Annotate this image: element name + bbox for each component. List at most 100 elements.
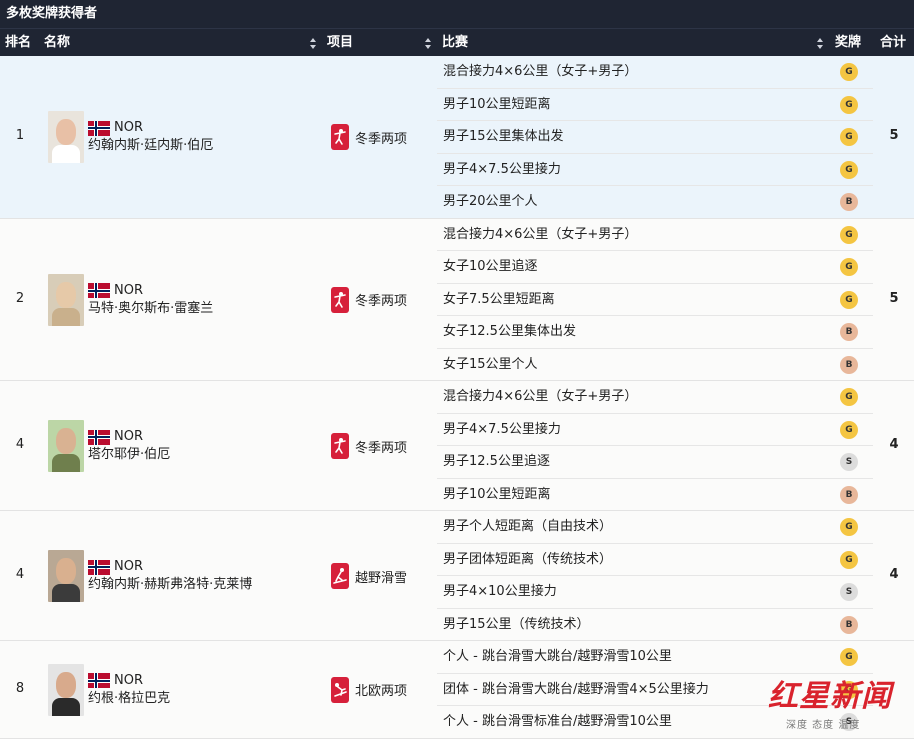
table-row[interactable]: 1 NOR 约翰内斯·廷内斯·伯厄 冬季两项 混合接力4×6公里（女子+男子） … [0, 56, 914, 219]
event-item[interactable]: 男子15公里（传统技术） B [437, 609, 873, 642]
event-item[interactable]: 男子12.5公里追逐 S [437, 446, 873, 479]
event-name[interactable]: 混合接力4×6公里（女子+男子） [443, 219, 637, 251]
athlete-cell[interactable]: NOR 约翰内斯·廷内斯·伯厄 [48, 111, 213, 164]
bronze-medal-badge: B [840, 323, 858, 341]
event-name[interactable]: 女子15公里个人 [443, 349, 538, 381]
table-row[interactable]: 2 NOR 马特·奥尔斯布·雷塞兰 冬季两项 混合接力4×6公里（女子+男子） … [0, 218, 914, 382]
noc-code: NOR [114, 559, 143, 574]
event-name[interactable]: 个人 - 跳台滑雪标准台/越野滑雪10公里 [443, 706, 672, 738]
table-header: 排名 名称 项目 比赛 奖牌 合计 [0, 28, 914, 56]
column-header-medal[interactable]: 奖牌 [835, 29, 861, 57]
athlete-photo [48, 663, 84, 716]
event-item[interactable]: 男子个人短距离（自由技术） G [437, 511, 873, 544]
table-title: 多枚奖牌获得者 [0, 0, 914, 28]
sort-icon[interactable] [425, 38, 432, 49]
norway-flag-icon [88, 673, 110, 689]
bronze-medal-badge: B [840, 355, 858, 374]
event-item[interactable]: 混合接力4×6公里（女子+男子） G [437, 219, 873, 251]
athlete-cell[interactable]: NOR 约翰内斯·赫斯弗洛特·克莱博 [48, 550, 252, 602]
sport-cell[interactable]: 冬季两项 [331, 286, 408, 313]
event-item[interactable]: 女子15公里个人 B [437, 349, 873, 382]
event-name[interactable]: 男子4×7.5公里接力 [443, 414, 561, 446]
event-name[interactable]: 女子12.5公里集体出发 [443, 316, 576, 348]
sport-name: 冬季两项 [355, 131, 408, 147]
column-header-event[interactable]: 比赛 [442, 29, 468, 57]
cross-country-skiing-icon [331, 563, 349, 589]
sport-cell[interactable]: 冬季两项 [331, 433, 407, 459]
event-name[interactable]: 女子7.5公里短距离 [443, 284, 555, 316]
bronze-medal-badge: B [840, 615, 858, 634]
table-body: 1 NOR 约翰内斯·廷内斯·伯厄 冬季两项 混合接力4×6公里（女子+男子） … [0, 56, 914, 739]
event-item[interactable]: 女子12.5公里集体出发 B [437, 316, 873, 349]
event-item[interactable]: 男子15公里集体出发 G [437, 121, 873, 154]
gold-medal-badge: G [840, 388, 858, 406]
event-name[interactable]: 女子10公里追逐 [443, 251, 538, 283]
event-name[interactable]: 男子15公里集体出发 [443, 121, 564, 153]
event-item[interactable]: 个人 - 跳台滑雪大跳台/越野滑雪10公里 G [437, 641, 873, 674]
event-name[interactable]: 男子4×10公里接力 [443, 576, 557, 608]
event-item[interactable]: 女子7.5公里短距离 G [437, 284, 873, 316]
event-item[interactable]: 男子10公里短距离 G [437, 89, 873, 121]
bronze-medal-badge: B [840, 485, 858, 504]
event-item[interactable]: 混合接力4×6公里（女子+男子） G [437, 56, 873, 89]
event-name[interactable]: 男子10公里短距离 [443, 479, 551, 511]
gold-medal-badge: G [840, 95, 858, 114]
event-item[interactable]: 混合接力4×6公里（女子+男子） G [437, 381, 873, 414]
athlete-cell[interactable]: NOR 塔尔耶伊·伯厄 [48, 420, 170, 472]
table-row[interactable]: 4 NOR 约翰内斯·赫斯弗洛特·克莱博 越野滑雪 男子个人短距离（自由技术） … [0, 511, 914, 641]
column-header-sport[interactable]: 项目 [327, 29, 353, 57]
sport-name: 冬季两项 [355, 440, 408, 456]
event-name[interactable]: 男子12.5公里追逐 [443, 446, 550, 478]
sport-cell[interactable]: 越野滑雪 [331, 563, 407, 589]
event-item[interactable]: 男子团体短距离（传统技术） G [437, 544, 873, 576]
biathlon-icon [331, 286, 349, 313]
gold-medal-badge: G [840, 128, 858, 146]
gold-medal-badge: G [840, 518, 858, 536]
athlete-cell[interactable]: NOR 马特·奥尔斯布·雷塞兰 [48, 273, 213, 326]
event-name[interactable]: 混合接力4×6公里（女子+男子） [443, 381, 637, 413]
noc-code: NOR [114, 282, 143, 298]
event-item[interactable]: 男子4×7.5公里接力 G [437, 414, 873, 446]
noc-code: NOR [114, 120, 143, 136]
athlete-cell[interactable]: NOR 约根·格拉巴克 [48, 663, 170, 716]
athlete-name[interactable]: 塔尔耶伊·伯厄 [88, 446, 170, 464]
event-item[interactable]: 男子10公里短距离 B [437, 479, 873, 512]
event-name[interactable]: 团体 - 跳台滑雪大跳台/越野滑雪4×5公里接力 [443, 674, 709, 706]
event-list: 混合接力4×6公里（女子+男子） G 女子10公里追逐 G 女子7.5公里短距离… [437, 219, 873, 382]
sport-name: 越野滑雪 [355, 570, 408, 586]
table-row[interactable]: 4 NOR 塔尔耶伊·伯厄 冬季两项 混合接力4×6公里（女子+男子） G 男子… [0, 381, 914, 511]
event-item[interactable]: 女子10公里追逐 G [437, 251, 873, 284]
sort-icon[interactable] [310, 38, 317, 49]
sort-icon[interactable] [817, 38, 824, 49]
athlete-name[interactable]: 约翰内斯·赫斯弗洛特·克莱博 [88, 576, 252, 594]
event-name[interactable]: 男子20公里个人 [443, 186, 538, 218]
norway-flag-icon [88, 429, 110, 445]
event-name[interactable]: 男子10公里短距离 [443, 89, 551, 121]
silver-medal-badge: S [840, 453, 858, 471]
column-header-total[interactable]: 合计 [880, 29, 906, 57]
event-name[interactable]: 男子15公里（传统技术） [443, 609, 590, 641]
athlete-photo [48, 550, 84, 602]
event-name[interactable]: 男子4×7.5公里接力 [443, 154, 561, 186]
nordic-combined-icon [331, 676, 349, 703]
event-name[interactable]: 男子团体短距离（传统技术） [443, 544, 612, 576]
event-item[interactable]: 男子4×10公里接力 S [437, 576, 873, 609]
bronze-medal-badge: B [840, 193, 858, 211]
event-name[interactable]: 混合接力4×6公里（女子+男子） [443, 56, 637, 88]
column-header-name[interactable]: 名称 [44, 29, 70, 57]
event-name[interactable]: 男子个人短距离（自由技术） [443, 511, 612, 543]
athlete-name[interactable]: 约根·格拉巴克 [88, 690, 170, 708]
sport-cell[interactable]: 冬季两项 [331, 124, 408, 151]
athlete-name[interactable]: 约翰内斯·廷内斯·伯厄 [88, 137, 213, 155]
event-list: 混合接力4×6公里（女子+男子） G 男子10公里短距离 G 男子15公里集体出… [437, 56, 873, 219]
column-header-rank[interactable]: 排名 [5, 29, 31, 57]
athlete-name[interactable]: 马特·奥尔斯布·雷塞兰 [88, 300, 213, 318]
event-name[interactable]: 个人 - 跳台滑雪大跳台/越野滑雪10公里 [443, 641, 672, 673]
rank-cell: 8 [15, 680, 25, 696]
norway-flag-icon [88, 120, 110, 136]
sport-name: 冬季两项 [355, 294, 408, 310]
sport-cell[interactable]: 北欧两项 [331, 676, 407, 703]
rank-cell: 4 [15, 567, 25, 582]
event-item[interactable]: 男子20公里个人 B [437, 186, 873, 219]
event-item[interactable]: 男子4×7.5公里接力 G [437, 154, 873, 186]
